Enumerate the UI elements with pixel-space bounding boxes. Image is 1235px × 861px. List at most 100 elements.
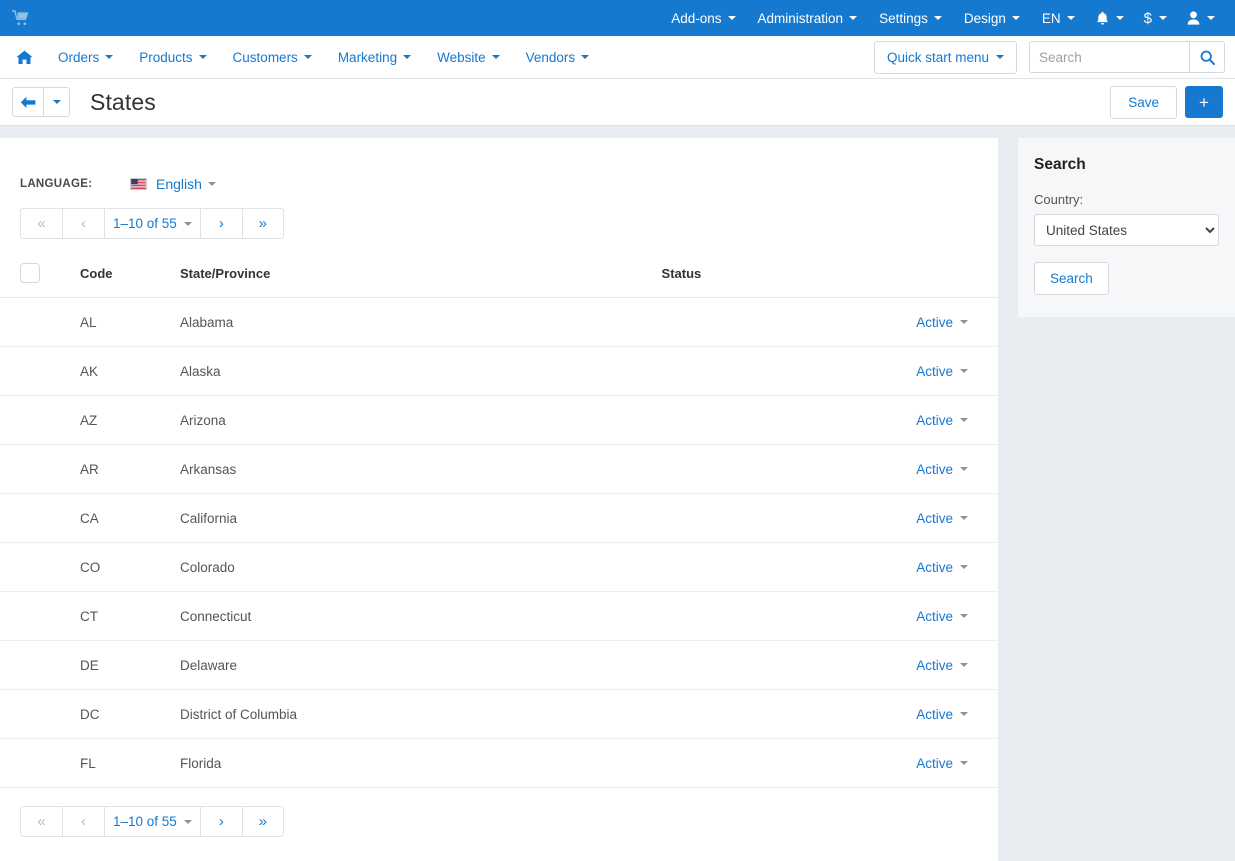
row-code: CA bbox=[80, 493, 180, 543]
chevron-down-icon bbox=[491, 55, 500, 59]
status-dropdown[interactable]: Active bbox=[916, 658, 968, 673]
table-row[interactable]: AK Alaska Active bbox=[0, 346, 998, 396]
pagination-range-label: 1–10 of 55 bbox=[113, 814, 177, 829]
pagination-prev-button[interactable]: ‹ bbox=[62, 208, 104, 239]
column-header-state: State/Province bbox=[180, 255, 662, 298]
chevron-down-icon bbox=[1011, 16, 1020, 20]
language-dropdown[interactable]: English bbox=[130, 176, 216, 192]
back-dropdown-button[interactable] bbox=[44, 87, 70, 117]
row-status-cell: Active bbox=[661, 297, 998, 347]
status-dropdown[interactable]: Active bbox=[916, 315, 968, 330]
dollar-icon: $ bbox=[1143, 9, 1152, 27]
pagination-range-dropdown[interactable]: 1–10 of 55 bbox=[104, 208, 200, 239]
row-state-name: Delaware bbox=[180, 640, 662, 690]
save-button[interactable]: Save bbox=[1110, 85, 1177, 119]
table-body: AL Alabama Active AK Alaska Active AZ Arizona Ac… bbox=[0, 297, 998, 788]
row-status-cell: Active bbox=[661, 738, 998, 788]
country-select[interactable]: United States bbox=[1034, 214, 1219, 246]
status-badge: Active bbox=[916, 755, 953, 771]
topnav-label: Settings bbox=[879, 10, 928, 26]
sidebar-item-products[interactable]: Products bbox=[126, 42, 219, 73]
search-input[interactable] bbox=[1029, 41, 1189, 73]
back-button[interactable] bbox=[12, 87, 44, 117]
table-row[interactable]: CA California Active bbox=[0, 493, 998, 543]
topnav-item-add-ons[interactable]: Add-ons bbox=[660, 5, 746, 32]
pagination-next-button[interactable]: › bbox=[199, 806, 242, 837]
sidebar-item-orders[interactable]: Orders bbox=[45, 42, 126, 73]
quick-start-menu-button[interactable]: Quick start menu bbox=[873, 40, 1017, 74]
sidebar-item-customers[interactable]: Customers bbox=[220, 42, 325, 73]
pagination-last-button[interactable]: » bbox=[241, 806, 284, 837]
chevron-down-icon bbox=[849, 16, 858, 20]
back-button-group bbox=[12, 87, 70, 117]
sidebar-item-website[interactable]: Website bbox=[424, 42, 513, 73]
topnav-item-design[interactable]: Design bbox=[953, 5, 1031, 32]
cart-logo-icon[interactable] bbox=[12, 10, 30, 26]
table-row[interactable]: AR Arkansas Active bbox=[0, 444, 998, 494]
search-panel-title: Search bbox=[1034, 156, 1086, 173]
status-dropdown[interactable]: Active bbox=[916, 413, 968, 428]
table-row[interactable]: CT Connecticut Active bbox=[0, 591, 998, 641]
cart-icon bbox=[12, 10, 29, 26]
row-state-name: District of Columbia bbox=[180, 689, 662, 739]
topnav-item-language[interactable]: EN bbox=[1031, 5, 1086, 32]
user-account-menu[interactable] bbox=[1177, 5, 1225, 31]
table-row[interactable]: DE Delaware Active bbox=[0, 640, 998, 690]
topnav-item-administration[interactable]: Administration bbox=[747, 5, 869, 32]
pagination-range-dropdown[interactable]: 1–10 of 55 bbox=[104, 806, 200, 837]
language-value: English bbox=[156, 176, 202, 192]
chevron-down-icon bbox=[960, 761, 968, 765]
table-header-row: Code State/Province Status bbox=[0, 255, 998, 298]
status-dropdown[interactable]: Active bbox=[916, 364, 968, 379]
status-dropdown[interactable]: Active bbox=[916, 511, 968, 526]
row-select-cell bbox=[0, 395, 80, 445]
pagination-first-button[interactable]: « bbox=[20, 806, 62, 837]
row-select-cell bbox=[0, 297, 80, 347]
chevron-down-icon bbox=[183, 819, 192, 824]
topnav-item-settings[interactable]: Settings bbox=[868, 5, 953, 32]
topnav-label: Add-ons bbox=[671, 10, 722, 26]
subnav-label: Website bbox=[437, 49, 486, 65]
row-select-cell bbox=[0, 493, 80, 543]
global-search bbox=[1029, 41, 1225, 73]
status-badge: Active bbox=[916, 608, 953, 624]
table-row[interactable]: FL Florida Active bbox=[0, 738, 998, 788]
home-link[interactable] bbox=[12, 44, 45, 71]
row-select-cell bbox=[0, 346, 80, 396]
status-dropdown[interactable]: Active bbox=[916, 462, 968, 477]
us-flag-icon bbox=[130, 178, 147, 190]
table-row[interactable]: CO Colorado Active bbox=[0, 542, 998, 592]
pagination-first-button[interactable]: « bbox=[20, 208, 62, 239]
row-code: CO bbox=[80, 542, 180, 592]
status-dropdown[interactable]: Active bbox=[916, 707, 968, 722]
status-dropdown[interactable]: Active bbox=[916, 756, 968, 771]
column-header-status: Status bbox=[661, 255, 998, 298]
sidebar-item-vendors[interactable]: Vendors bbox=[513, 42, 603, 73]
add-new-button[interactable]: + bbox=[1185, 86, 1223, 118]
pagination-next-button[interactable]: › bbox=[199, 208, 242, 239]
currency-menu[interactable]: $ bbox=[1134, 4, 1177, 33]
chevron-down-icon bbox=[960, 369, 968, 373]
chevron-down-icon bbox=[960, 712, 968, 716]
notifications-menu[interactable] bbox=[1086, 5, 1134, 32]
states-card: LANGUAGE: English « ‹ 1–10 of 55 › » Cod… bbox=[0, 138, 998, 861]
row-select-cell bbox=[0, 444, 80, 494]
pagination-last-button[interactable]: » bbox=[241, 208, 284, 239]
search-side-panel: Search Country: United States Search bbox=[1018, 138, 1235, 317]
chevron-down-icon bbox=[960, 418, 968, 422]
page-title-bar: States Save + bbox=[0, 79, 1235, 126]
panel-search-button[interactable]: Search bbox=[1034, 262, 1109, 295]
table-row[interactable]: DC District of Columbia Active bbox=[0, 689, 998, 739]
pagination-prev-button[interactable]: ‹ bbox=[62, 806, 104, 837]
language-label: LANGUAGE: bbox=[20, 178, 93, 190]
status-dropdown[interactable]: Active bbox=[916, 560, 968, 575]
table-row[interactable]: AZ Arizona Active bbox=[0, 395, 998, 445]
sidebar-item-marketing[interactable]: Marketing bbox=[325, 42, 424, 73]
chevron-down-icon bbox=[581, 55, 590, 59]
select-all-checkbox[interactable] bbox=[20, 263, 40, 283]
row-status-cell: Active bbox=[661, 493, 998, 543]
search-submit-button[interactable] bbox=[1189, 41, 1225, 73]
chevron-down-icon bbox=[105, 55, 114, 59]
table-row[interactable]: AL Alabama Active bbox=[0, 297, 998, 347]
status-dropdown[interactable]: Active bbox=[916, 609, 968, 624]
